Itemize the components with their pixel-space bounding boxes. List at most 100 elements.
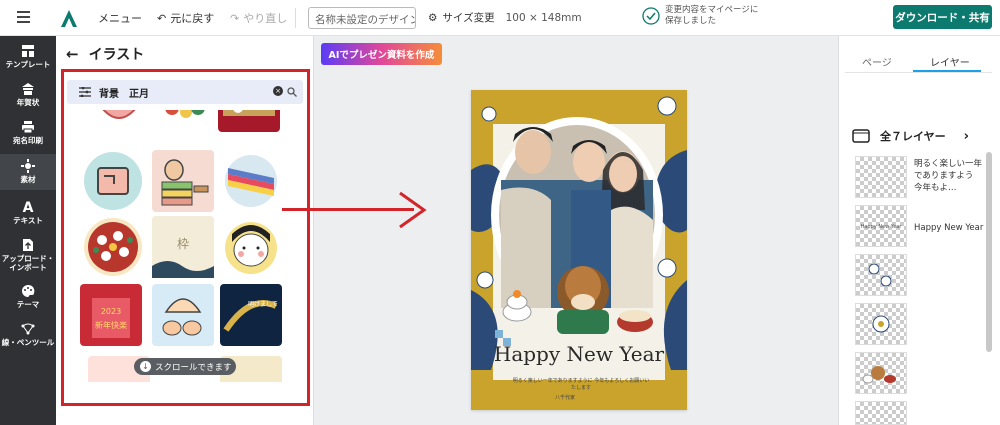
sidebar-item-label: アップロード・インポート xyxy=(1,254,55,272)
back-arrow-icon[interactable]: ← xyxy=(66,45,79,63)
scroll-hint: ↓ スクロールできます xyxy=(134,358,236,375)
undo-button[interactable]: ↶ 元に戻す xyxy=(157,10,214,26)
svg-text:明けまして: 明けまして xyxy=(248,301,278,308)
check-circle-icon xyxy=(642,7,660,25)
palette-icon xyxy=(22,284,35,297)
layer-list-header[interactable]: 全７レイヤー › xyxy=(852,128,969,144)
layer-thumb[interactable] xyxy=(855,303,907,345)
layer-count-label: 全７レイヤー xyxy=(880,130,946,143)
left-sidebar: テンプレート 年賀状 宛名印刷 素材 A テキスト アップロード・インポート テ… xyxy=(0,36,56,425)
text-icon: A xyxy=(23,200,34,214)
menu-label: メニュー xyxy=(98,12,142,25)
filter-icon[interactable] xyxy=(79,87,91,97)
layer-frame-icon xyxy=(852,129,870,143)
search-icon[interactable] xyxy=(287,87,297,97)
sidebar-item-address-print[interactable]: 宛名印刷 xyxy=(0,116,56,150)
illustration-thumb[interactable] xyxy=(84,152,142,210)
upload-icon xyxy=(23,239,33,251)
undo-icon: ↶ xyxy=(157,11,167,25)
sidebar-item-newyear-card[interactable]: 年賀状 xyxy=(0,78,56,112)
save-status: 変更内容をマイページに保存しました xyxy=(642,5,765,27)
chevron-right-icon: › xyxy=(963,128,970,144)
ai-presentation-button[interactable]: AIでプレゼン資料を作成 xyxy=(321,43,442,65)
menu-button[interactable]: メニュー xyxy=(98,10,142,26)
svg-text:新年快楽: 新年快楽 xyxy=(95,320,127,330)
layer-label[interactable]: Happy New Year xyxy=(914,222,984,234)
layer-thumb[interactable] xyxy=(855,401,907,425)
printer-icon xyxy=(22,121,34,134)
sidebar-item-label: 線・ペンツール xyxy=(1,338,55,347)
clear-icon[interactable]: × xyxy=(273,86,283,96)
sidebar-item-label: テーマ xyxy=(16,300,40,309)
toolbar-divider xyxy=(295,8,296,28)
illustration-thumb[interactable] xyxy=(220,214,282,276)
illustration-thumb[interactable] xyxy=(88,110,150,132)
saved-status-text: 変更内容をマイページに保存しました xyxy=(665,5,759,26)
layer-label[interactable]: 明るく楽しい一年でありますよう 今年もよ… xyxy=(914,158,984,194)
tab-underline-track xyxy=(845,72,992,73)
illustration-thumb[interactable] xyxy=(220,150,282,212)
app-logo[interactable] xyxy=(58,7,80,29)
panel-header: ← イラスト xyxy=(66,44,144,64)
layer-thumb[interactable] xyxy=(855,352,907,394)
newyear-card[interactable]: Happy New Year 明るく楽しい一年でありますように 今年もよろしくお… xyxy=(471,90,687,410)
illustration-thumb[interactable]: 明けまして xyxy=(220,284,282,346)
pen-tool-icon xyxy=(21,323,35,335)
tab-layer[interactable]: レイヤー xyxy=(930,54,970,69)
sidebar-item-template[interactable]: テンプレート xyxy=(0,40,56,74)
hamburger-menu-icon[interactable] xyxy=(17,11,30,23)
active-tab-indicator xyxy=(913,70,981,72)
sidebar-item-material[interactable]: 素材 xyxy=(0,154,56,190)
illustration-thumb[interactable] xyxy=(152,110,214,132)
tab-page[interactable]: ページ xyxy=(862,54,892,69)
download-share-button[interactable]: ダウンロード・共有 xyxy=(893,5,992,29)
panel-title: イラスト xyxy=(88,47,145,63)
illustration-grid: 枠 2023 新年快楽 明けまして xyxy=(80,110,285,382)
scroll-hint-text: スクロールできます xyxy=(155,362,232,373)
svg-text:A: A xyxy=(23,200,34,214)
material-icon xyxy=(21,159,35,173)
layer-scrollbar[interactable] xyxy=(986,152,992,352)
arrow-head-icon xyxy=(399,191,427,229)
sidebar-item-label: 年賀状 xyxy=(16,98,40,107)
undo-label: 元に戻す xyxy=(170,12,215,25)
layer-thumb[interactable] xyxy=(855,156,907,198)
sidebar-item-theme[interactable]: テーマ xyxy=(0,280,56,314)
sidebar-item-upload[interactable]: アップロード・インポート xyxy=(0,234,56,276)
top-toolbar: メニュー ↶ 元に戻す ↷ やり直し 名称未設定のデザイン ⚙ サイズ変更 10… xyxy=(0,0,1000,36)
illustration-thumb[interactable] xyxy=(152,284,214,346)
svg-text:枠: 枠 xyxy=(177,237,189,251)
card-family-name[interactable]: 八千代家 xyxy=(555,394,575,401)
svg-text:2023: 2023 xyxy=(101,307,121,316)
template-icon xyxy=(22,45,34,57)
redo-icon: ↷ xyxy=(230,11,240,25)
horse-illustration-icon xyxy=(862,366,896,384)
illustration-thumb[interactable] xyxy=(218,110,280,132)
card-greeting[interactable]: Happy New Year xyxy=(471,342,687,366)
illustration-thumb[interactable]: 2023 新年快楽 xyxy=(80,284,142,346)
illustration-thumb[interactable] xyxy=(152,150,214,212)
search-bar[interactable]: 背景 正月 × xyxy=(67,80,303,104)
resize-label: サイズ変更 xyxy=(442,12,495,24)
card-message[interactable]: 明るく楽しい一年でありますように 今年もよろしくお願いいたします xyxy=(511,378,651,392)
sidebar-item-label: 宛名印刷 xyxy=(13,136,43,145)
layer-thumb[interactable]: Happy New Year xyxy=(855,205,907,247)
sidebar-item-text[interactable]: A テキスト xyxy=(0,196,56,230)
annotation-arrow xyxy=(282,208,414,211)
design-name-input[interactable]: 名称未設定のデザイン xyxy=(308,7,416,29)
illustration-thumb[interactable]: 枠 xyxy=(152,216,214,278)
redo-label: やり直し xyxy=(243,12,288,25)
sidebar-item-label: テンプレート xyxy=(5,60,51,69)
search-input[interactable]: 背景 正月 xyxy=(99,85,149,100)
resize-button[interactable]: ⚙ サイズ変更 100 × 148mm xyxy=(428,10,582,25)
gear-icon: ⚙ xyxy=(428,11,438,24)
flower-icon xyxy=(868,263,892,287)
sidebar-item-pen-tool[interactable]: 線・ペンツール xyxy=(0,318,56,352)
size-value: 100 × 148mm xyxy=(505,11,582,24)
illustration-thumb[interactable] xyxy=(84,218,142,276)
redo-button[interactable]: ↷ やり直し xyxy=(230,10,287,26)
layer-text-preview: Happy New Year xyxy=(860,224,902,230)
layer-thumb[interactable] xyxy=(855,254,907,296)
sidebar-item-label: 素材 xyxy=(20,175,36,184)
flower-icon xyxy=(872,315,890,333)
